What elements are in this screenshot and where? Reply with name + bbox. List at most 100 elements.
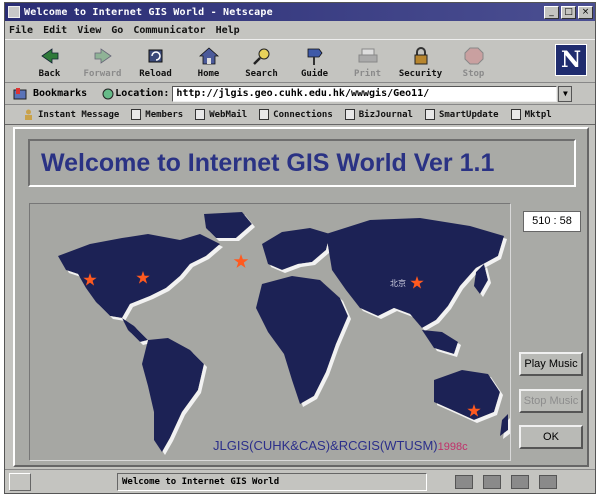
home-icon bbox=[197, 46, 221, 66]
guide-label: Guide bbox=[300, 69, 329, 79]
south-america-shape bbox=[142, 338, 204, 452]
menu-communicator[interactable]: Communicator bbox=[133, 25, 205, 36]
search-icon bbox=[250, 46, 274, 66]
page-icon bbox=[195, 109, 206, 120]
personal-item-label: Connections bbox=[273, 109, 333, 120]
central-america-shape bbox=[122, 318, 148, 342]
personal-item-mktpl[interactable]: Mktpl bbox=[510, 109, 552, 120]
discussion-icon[interactable] bbox=[511, 474, 529, 489]
europe-shape bbox=[262, 228, 330, 270]
back-button[interactable]: Back bbox=[23, 41, 76, 81]
personal-item-connections[interactable]: Connections bbox=[259, 109, 333, 120]
url-dropdown-button[interactable]: ▼ bbox=[558, 85, 573, 102]
status-bar: Welcome to Internet GIS World bbox=[5, 469, 595, 493]
guide-button[interactable]: Guide bbox=[288, 41, 341, 81]
ok-button[interactable]: OK bbox=[519, 425, 583, 449]
personal-item-members[interactable]: Members bbox=[131, 109, 183, 120]
page-proxy-icon[interactable] bbox=[101, 88, 115, 100]
australia-shape bbox=[434, 370, 500, 420]
credit-text: JLGIS(CUHK&CAS)&RCGIS(WTUSM) bbox=[213, 438, 438, 453]
netscape-logo[interactable]: N bbox=[555, 44, 587, 76]
bookmarks-icon bbox=[13, 87, 27, 99]
lock-icon bbox=[409, 46, 433, 66]
world-map[interactable]: 北京 bbox=[30, 204, 510, 460]
personal-item-instant-message[interactable]: Instant Message bbox=[23, 109, 119, 120]
navigator-icon[interactable] bbox=[455, 474, 473, 489]
url-input[interactable]: http://jlgis.geo.cuhk.edu.hk/wwwgis/Geo1… bbox=[172, 85, 558, 102]
location-label: Location: bbox=[115, 88, 170, 99]
africa-shape bbox=[256, 276, 348, 404]
city-label-beijing: 北京 bbox=[390, 278, 406, 288]
menu-view[interactable]: View bbox=[77, 25, 101, 36]
close-button[interactable]: × bbox=[578, 5, 593, 19]
security-lock-icon[interactable] bbox=[9, 472, 31, 491]
page-icon bbox=[424, 109, 435, 120]
security-button[interactable]: Security bbox=[394, 41, 447, 81]
mail-icon[interactable] bbox=[483, 474, 501, 489]
personal-item-label: Instant Message bbox=[38, 109, 120, 120]
back-arrow-icon bbox=[38, 46, 62, 66]
play-music-button[interactable]: Play Music bbox=[519, 352, 583, 376]
status-text: Welcome to Internet GIS World bbox=[117, 472, 427, 491]
reload-button[interactable]: Reload bbox=[129, 41, 182, 81]
page-content: Welcome to Internet GIS World Ver 1.1 北京… bbox=[13, 127, 589, 467]
maximize-button[interactable]: □ bbox=[561, 5, 576, 19]
home-button[interactable]: Home bbox=[182, 41, 235, 81]
guide-icon bbox=[303, 46, 327, 66]
bookmarks-button[interactable]: Bookmarks bbox=[13, 87, 87, 100]
page-icon bbox=[510, 109, 521, 120]
marker-star-london bbox=[233, 254, 249, 268]
personal-item-bizjournal[interactable]: BizJournal bbox=[344, 109, 413, 120]
printer-icon bbox=[356, 46, 380, 66]
composer-icon[interactable] bbox=[539, 474, 557, 489]
reload-label: Reload bbox=[139, 69, 172, 79]
stop-label: Stop bbox=[462, 69, 485, 79]
forward-arrow-icon bbox=[91, 46, 115, 66]
netscape-app-icon[interactable] bbox=[8, 6, 20, 18]
print-button[interactable]: Print bbox=[341, 41, 394, 81]
heading-frame: Welcome to Internet GIS World Ver 1.1 bbox=[28, 139, 576, 187]
menu-help[interactable]: Help bbox=[216, 25, 240, 36]
navigation-toolbar: Back Forward Reload Home Search Guide Pr… bbox=[5, 39, 595, 83]
personal-item-label: SmartUpdate bbox=[438, 109, 499, 120]
stop-icon bbox=[462, 46, 486, 66]
personal-item-label: Members bbox=[145, 109, 184, 120]
component-bar bbox=[455, 474, 557, 489]
location-toolbar: Bookmarks Location: http://jlgis.geo.cuh… bbox=[5, 83, 595, 105]
forward-label: Forward bbox=[83, 69, 122, 79]
menu-go[interactable]: Go bbox=[111, 25, 123, 36]
stop-button[interactable]: Stop bbox=[447, 41, 500, 81]
personal-toolbar: Instant Message Members WebMail Connecti… bbox=[5, 105, 595, 125]
minimize-button[interactable]: _ bbox=[544, 5, 559, 19]
personal-item-webmail[interactable]: WebMail bbox=[195, 109, 247, 120]
browser-window: Welcome to Internet GIS World - Netscape… bbox=[4, 2, 596, 494]
page-icon bbox=[259, 109, 270, 120]
menu-bar: File Edit View Go Communicator Help bbox=[5, 21, 595, 39]
personal-item-label: BizJournal bbox=[358, 109, 413, 120]
security-label: Security bbox=[398, 69, 443, 79]
southeast-asia-shape bbox=[422, 330, 458, 354]
greenland-shape bbox=[204, 212, 252, 238]
credit-line: JLGIS(CUHK&CAS)&RCGIS(WTUSM)1998c bbox=[213, 438, 468, 453]
credit-year: 1998c bbox=[437, 441, 468, 453]
new-zealand-shape bbox=[500, 414, 508, 436]
person-icon bbox=[25, 109, 32, 120]
title-bar: Welcome to Internet GIS World - Netscape… bbox=[5, 3, 595, 21]
reload-icon bbox=[144, 46, 168, 66]
search-button[interactable]: Search bbox=[235, 41, 288, 81]
menu-edit[interactable]: Edit bbox=[43, 25, 67, 36]
world-map-panel[interactable]: 北京 bbox=[29, 203, 511, 461]
coordinate-readout: 510 : 58 bbox=[523, 211, 581, 232]
japan-shape bbox=[474, 264, 488, 294]
search-label: Search bbox=[245, 69, 278, 79]
forward-button[interactable]: Forward bbox=[76, 41, 129, 81]
personal-item-label: Mktpl bbox=[524, 109, 552, 120]
window-controls: _ □ × bbox=[544, 5, 595, 19]
home-label: Home bbox=[197, 69, 220, 79]
stop-music-button[interactable]: Stop Music bbox=[519, 389, 583, 413]
personal-item-smartupdate[interactable]: SmartUpdate bbox=[424, 109, 499, 120]
menu-file[interactable]: File bbox=[9, 25, 33, 36]
page-icon bbox=[344, 109, 355, 120]
personal-item-label: WebMail bbox=[209, 109, 248, 120]
page-icon bbox=[131, 109, 142, 120]
